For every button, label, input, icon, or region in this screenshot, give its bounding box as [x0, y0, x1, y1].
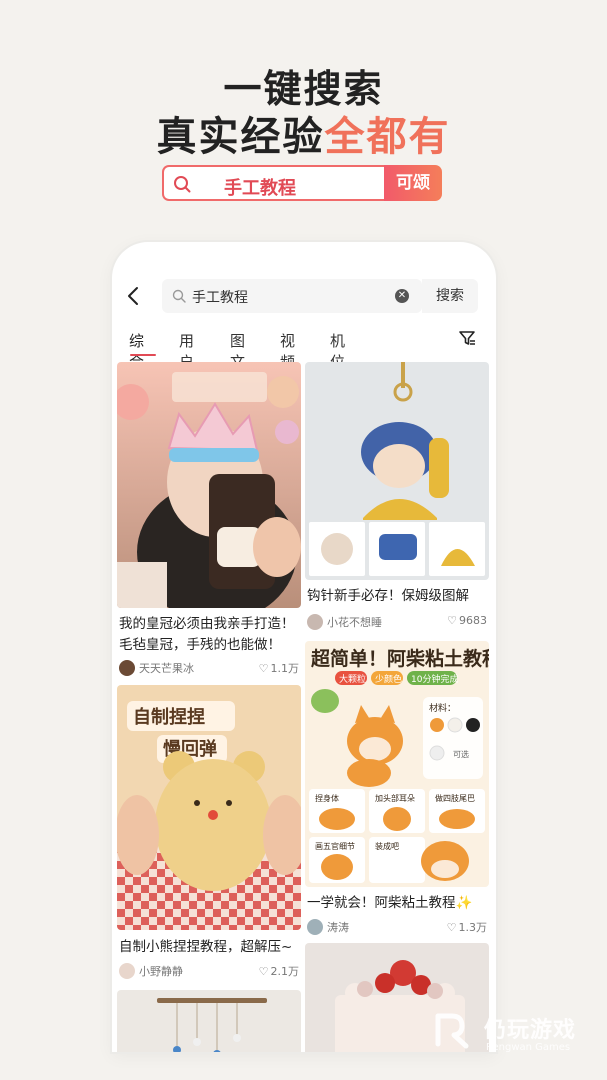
- avatar: [119, 660, 135, 676]
- feed-card-crochet[interactable]: 钩针新手必存！保姆级图解 小花不想睡 ♡ 9683: [305, 362, 489, 637]
- filter-icon[interactable]: [458, 329, 476, 347]
- hero-subheadline-accent: 全都有: [324, 114, 451, 160]
- card-image-wind-chime: [117, 990, 301, 1052]
- shiba-step: 装成吧: [375, 841, 399, 851]
- shiba-materials-label: 材料：: [429, 702, 456, 714]
- hero-search-bar[interactable]: 手工教程 可颂: [162, 165, 442, 201]
- avatar: [307, 614, 323, 630]
- shiba-poster-headline: 超简单！阿柴粘土教程: [310, 647, 489, 670]
- shiba-step: 做四肢尾巴: [435, 793, 475, 803]
- card-image-shiba: 超简单！阿柴粘土教程 大颗粒 少颜色 10分钟完成 材料： 可选 捏身体 加头部…: [305, 641, 489, 887]
- hero-subheadline-main: 真实经验: [156, 114, 325, 160]
- card-likes[interactable]: ♡ 9683: [447, 614, 487, 627]
- card-title: 钩针新手必存！保姆级图解: [307, 588, 469, 604]
- card-meta: 天天芒果冰 ♡ 1.1万: [119, 660, 303, 676]
- shiba-poster-tag: 少颜色: [375, 673, 402, 685]
- card-title: 一学就会！阿柴粘土教程✨: [307, 895, 473, 911]
- card-image-crochet: [305, 362, 489, 580]
- search-button[interactable]: 搜索: [422, 279, 478, 313]
- card-author: 小花不想睡: [327, 616, 382, 629]
- feed-card-bear[interactable]: 自制捏捏 慢回弹 自制小熊捏捏教程，超解压~ 小野静静 ♡ 2.1万: [117, 685, 301, 985]
- card-title: 我的皇冠必须由我亲手打造！毛毡皇冠，手残的也能做！: [119, 616, 295, 653]
- search-query-text: 手工教程: [192, 290, 248, 306]
- card-likes[interactable]: ♡ 1.3万: [447, 919, 487, 935]
- hero-search-box[interactable]: 手工教程: [162, 165, 386, 201]
- shiba-poster-tag: 10分钟完成: [411, 673, 458, 685]
- phone-mockup: 手工教程 ✕ 搜索 综合 用户 图文 视频 机位: [112, 242, 496, 1052]
- search-input[interactable]: 手工教程 ✕: [162, 279, 422, 313]
- card-meta: 小野静静 ♡ 2.1万: [119, 963, 303, 979]
- search-icon: [174, 176, 191, 193]
- avatar: [307, 919, 323, 935]
- heart-icon: ♡: [446, 921, 457, 934]
- search-icon: [172, 289, 186, 303]
- back-arrow-icon[interactable]: [126, 286, 140, 306]
- card-meta: 小花不想睡 ♡ 9683: [307, 614, 491, 630]
- shiba-step: 画五官细节: [315, 841, 355, 851]
- shiba-step: 加头部耳朵: [375, 793, 415, 803]
- card-image-crown: [117, 362, 301, 608]
- card-author: 天天芒果冰: [139, 662, 194, 675]
- card-likes[interactable]: ♡ 2.1万: [259, 963, 299, 979]
- watermark: 仍玩游戏 Rengwan Games: [432, 1008, 602, 1068]
- watermark-text-en: Rengwan Games: [486, 1042, 571, 1053]
- card-author: 涛涛: [327, 921, 349, 934]
- active-tab-indicator: [130, 354, 156, 356]
- feed-card-wind-chime[interactable]: [117, 990, 301, 1052]
- clear-icon[interactable]: ✕: [395, 289, 409, 303]
- shiba-poster-tag: 大颗粒: [339, 673, 366, 685]
- shiba-step: 捏身体: [315, 793, 339, 803]
- card-meta: 涛涛 ♡ 1.3万: [307, 919, 491, 935]
- card-author: 小野静静: [139, 965, 183, 978]
- hero-search-button[interactable]: 可颂: [384, 165, 442, 201]
- hero-search-query: 手工教程: [224, 178, 296, 199]
- heart-icon: ♡: [447, 614, 457, 627]
- avatar: [119, 963, 135, 979]
- watermark-logo-icon: [435, 1013, 469, 1049]
- heart-icon: ♡: [258, 965, 269, 978]
- feed-card-shiba[interactable]: 超简单！阿柴粘土教程 大颗粒 少颜色 10分钟完成 材料： 可选 捏身体 加头部…: [305, 641, 489, 938]
- watermark-text-cn: 仍玩游戏: [484, 1018, 577, 1043]
- card-likes[interactable]: ♡ 1.1万: [259, 660, 299, 676]
- feed-card-crown[interactable]: 我的皇冠必须由我亲手打造！毛毡皇冠，手残的也能做！ 天天芒果冰 ♡ 1.1万: [117, 362, 301, 680]
- heart-icon: ♡: [258, 662, 269, 675]
- bear-poster-text-1: 自制捏捏: [133, 706, 205, 728]
- card-image-bear: 自制捏捏 慢回弹: [117, 685, 301, 930]
- card-title: 自制小熊捏捏教程，超解压~: [119, 939, 293, 955]
- shiba-materials-optional: 可选: [453, 749, 469, 759]
- hero-subheadline: 真实经验全都有: [0, 104, 607, 162]
